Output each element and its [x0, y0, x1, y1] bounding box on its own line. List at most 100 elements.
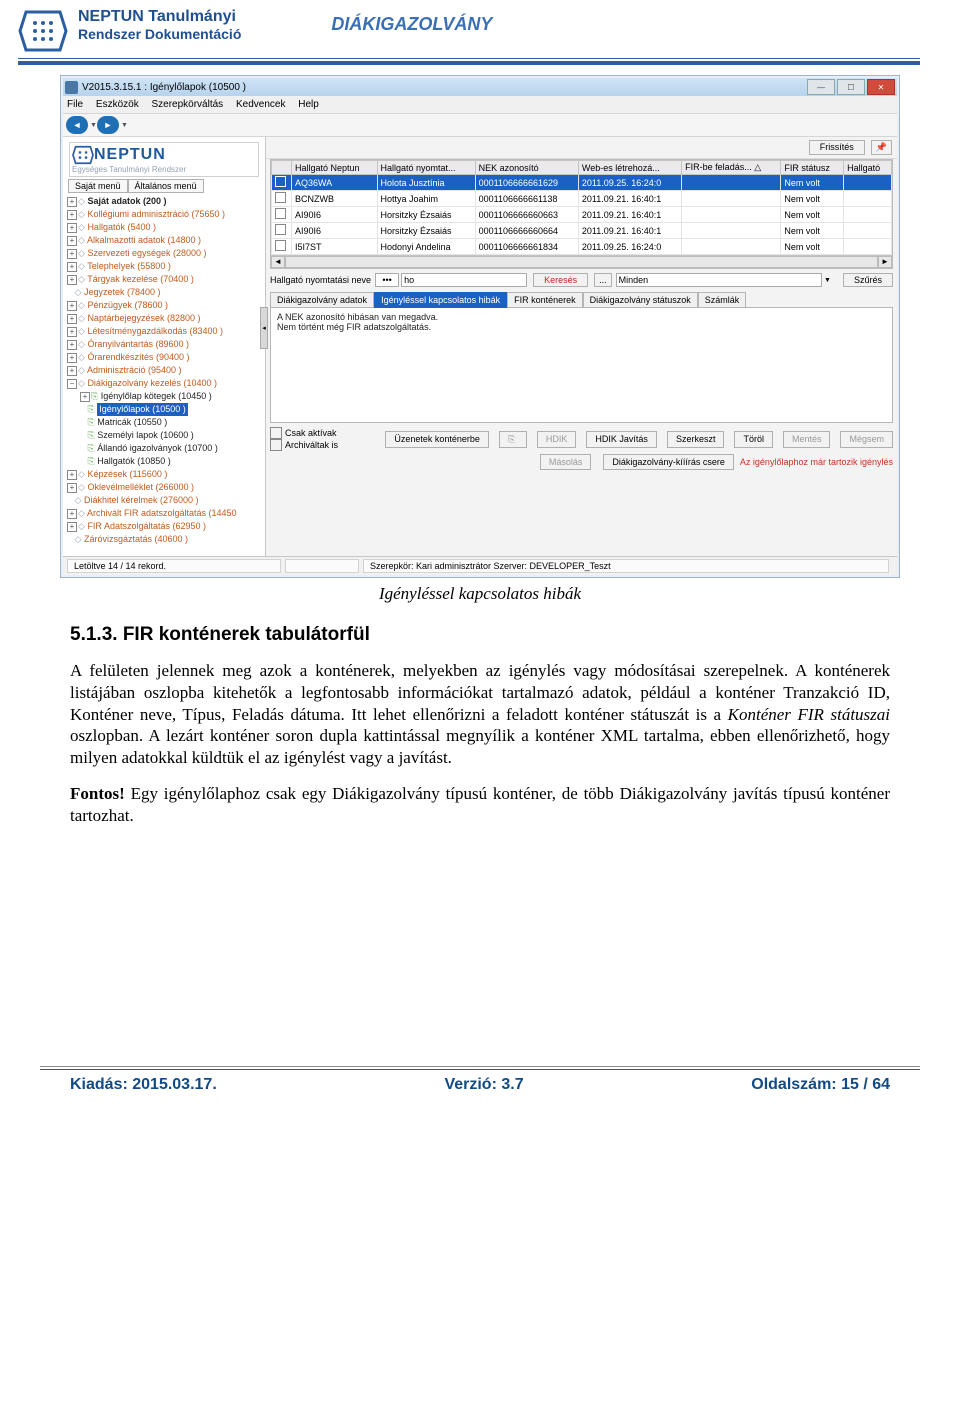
menu-role[interactable]: Szerepkörváltás: [151, 99, 223, 110]
archived-label: Archiváltak is: [285, 440, 338, 450]
doc-title-block: NEPTUN Tanulmányi Rendszer Dokumentáció: [78, 8, 241, 42]
tree-node[interactable]: Záróvizsgáztatás (40600 ): [84, 534, 188, 544]
tree-node[interactable]: Saját adatok (200 ): [87, 196, 166, 206]
messages-panel: A NEK azonosító hibásan van megadva. Nem…: [270, 307, 893, 423]
tree-subnode[interactable]: Hallgatók (10850 ): [97, 456, 171, 466]
tree-node[interactable]: Órarendkészítés (90400 ): [87, 352, 189, 362]
col-neptun[interactable]: Hallgató Neptun: [292, 161, 378, 175]
footer-page: Oldalszám: 15 / 64: [751, 1076, 890, 1094]
tree-subnode[interactable]: Igénylőlap kötegek (10450 ): [101, 391, 212, 401]
section-heading: 5.1.3. FIR konténerek tabulátorfül: [70, 624, 890, 646]
error-message: A NEK azonosító hibásan van megadva.: [277, 312, 886, 322]
save-button[interactable]: Mentés: [783, 431, 831, 448]
dropdown-icon[interactable]: ▼: [822, 277, 833, 284]
tree-node[interactable]: Telephelyek (55800 ): [87, 261, 171, 271]
tree-node[interactable]: Óranyilvántartás (89600 ): [87, 339, 189, 349]
cancel-button[interactable]: Mégsem: [840, 431, 893, 448]
tree-node[interactable]: Adminisztráció (95400 ): [87, 365, 182, 375]
tree-node[interactable]: FIR Adatszolgáltatás (62950 ): [87, 521, 206, 531]
tree-node[interactable]: Oklevélmelléklet (266000 ): [87, 482, 194, 492]
row-checkbox[interactable]: [275, 224, 286, 235]
tree-node[interactable]: Jegyzetek (78400 ): [84, 287, 161, 297]
tree-node[interactable]: Képzések (115600 ): [87, 469, 167, 479]
tree-node[interactable]: Naptárbejegyzések (82800 ): [87, 313, 200, 323]
close-button[interactable]: ✕: [867, 79, 895, 95]
archived-checkbox[interactable]: [270, 439, 282, 451]
card-reissue-button[interactable]: Diákigazolvány-kííírás csere: [603, 454, 734, 470]
row-checkbox[interactable]: [275, 176, 286, 187]
tree-node[interactable]: Pénzügyek (78600 ): [87, 300, 168, 310]
tree-node[interactable]: Alkalmazotti adatok (14800 ): [87, 235, 201, 245]
tab-request-errors[interactable]: Igényléssel kapcsolatos hibák: [374, 292, 507, 308]
tree-node-expanded[interactable]: Diákigazolvány kezelés (10400 ): [87, 378, 217, 388]
menu-tools[interactable]: Eszközök: [96, 99, 139, 110]
page-footer: Kiadás: 2015.03.17. Verzió: 3.7 Oldalszá…: [0, 1070, 960, 1114]
row-checkbox[interactable]: [275, 192, 286, 203]
tab-card-statuses[interactable]: Diákigazolvány státuszok: [583, 292, 698, 308]
search-button[interactable]: Keresés: [533, 273, 588, 287]
col-printname[interactable]: Hallgató nyomtat...: [377, 161, 475, 175]
row-checkbox[interactable]: [275, 208, 286, 219]
search-input[interactable]: ho: [401, 273, 527, 287]
refresh-button[interactable]: Frissítés: [809, 140, 865, 155]
only-active-label: Csak aktívak: [285, 428, 337, 438]
menu-favs[interactable]: Kedvencek: [236, 99, 285, 110]
hdik-button[interactable]: HDIK: [537, 431, 577, 448]
pin-button[interactable]: 📌: [871, 140, 892, 155]
tab-card-data[interactable]: Diákigazolvány adatok: [270, 292, 374, 308]
unknown-icon-button[interactable]: ⎘: [499, 431, 527, 448]
tab-fir-containers[interactable]: FIR konténerek: [507, 292, 583, 308]
grid-row[interactable]: AI90I6Horsitzky Ézsaiás00011066666606642…: [272, 223, 892, 239]
hdik-fix-button[interactable]: HDIK Javítás: [586, 431, 657, 448]
tree-node[interactable]: Létesítménygazdálkodás (83400 ): [87, 326, 223, 336]
results-grid[interactable]: Hallgató Neptun Hallgató nyomtat... NEK …: [270, 159, 893, 269]
tree-node[interactable]: Archivált FIR adatszolgáltatás (14450: [87, 508, 237, 518]
msgs-to-container-button[interactable]: Üzenetek konténerbe: [385, 431, 489, 448]
sidebar-collapse-handle[interactable]: ◂: [260, 307, 268, 349]
menu-help[interactable]: Help: [298, 99, 319, 110]
only-active-checkbox[interactable]: [270, 427, 282, 439]
menu-file[interactable]: File: [67, 99, 83, 110]
sidebar-tab-general[interactable]: Általános menü: [128, 179, 204, 193]
menu-bar: File Eszközök Szerepkörváltás Kedvencek …: [63, 96, 897, 114]
delete-button[interactable]: Töröl: [734, 431, 773, 448]
col-check[interactable]: [272, 161, 292, 175]
grid-row[interactable]: AI90I6Horsitzky Ézsaiás00011066666606632…: [272, 207, 892, 223]
tree-node[interactable]: Kollégiumi adminisztráció (75650 ): [87, 209, 225, 219]
tree-subnode[interactable]: Személyi lapok (10600 ): [97, 430, 194, 440]
sidebar-tab-own[interactable]: Saját menü: [68, 179, 128, 193]
tree-subnode[interactable]: Állandó igazolványok (10700 ): [97, 443, 218, 453]
tree-node[interactable]: Diákhitel kérelmek (276000 ): [84, 495, 199, 505]
copy-button[interactable]: Másolás: [540, 454, 592, 470]
col-firsubmit[interactable]: FIR-be feladás... △: [682, 161, 781, 175]
nav-tree: +◇ Saját adatok (200 ) +◇ Kollégiumi adm…: [65, 195, 263, 546]
window-titlebar: V2015.3.15.1 : Igénylőlapok (10500 ) — ☐…: [63, 78, 897, 96]
maximize-button[interactable]: ☐: [837, 79, 865, 95]
tab-invoices[interactable]: Számlák: [698, 292, 747, 308]
tree-subnode-selected[interactable]: Igénylőlapok (10500 ): [97, 403, 188, 416]
nav-back-button[interactable]: ◄: [66, 116, 88, 134]
col-nek[interactable]: NEK azonosító: [475, 161, 578, 175]
tree-node[interactable]: Szervezeti egységek (28000 ): [87, 248, 206, 258]
search-mode-toggle[interactable]: •••: [375, 273, 399, 287]
paragraph: A felületen jelennek meg azok a konténer…: [70, 660, 890, 769]
filter-button[interactable]: Szűrés: [843, 273, 893, 287]
tree-node[interactable]: Hallgatók (5400 ): [87, 222, 156, 232]
grid-row[interactable]: I5I7STHodonyi Andelina000110666666183420…: [272, 239, 892, 255]
search-more-button[interactable]: ...: [594, 273, 612, 287]
minimize-button[interactable]: —: [807, 79, 835, 95]
footer-version: Verzió: 3.7: [444, 1076, 523, 1094]
document-body: 5.1.3. FIR konténerek tabulátorfül A fel…: [70, 624, 890, 826]
grid-h-scrollbar[interactable]: ◄►: [271, 255, 892, 268]
grid-row[interactable]: BCNZWBHottya Joahim00011066666611382011.…: [272, 191, 892, 207]
nav-forward-button[interactable]: ►: [97, 116, 119, 134]
col-firstatus[interactable]: FIR státusz: [781, 161, 844, 175]
filter-select[interactable]: Minden: [616, 273, 822, 287]
tree-node[interactable]: Tárgyak kezelése (70400 ): [87, 274, 194, 284]
col-webcreated[interactable]: Web-es létrehozá...: [578, 161, 681, 175]
row-checkbox[interactable]: [275, 240, 286, 251]
col-student[interactable]: Hallgató: [844, 161, 892, 175]
edit-button[interactable]: Szerkeszt: [667, 431, 725, 448]
grid-row-selected[interactable]: AQ36WAHolota Jusztínia000110666666162920…: [272, 175, 892, 191]
tree-subnode[interactable]: Matricák (10550 ): [97, 417, 167, 427]
